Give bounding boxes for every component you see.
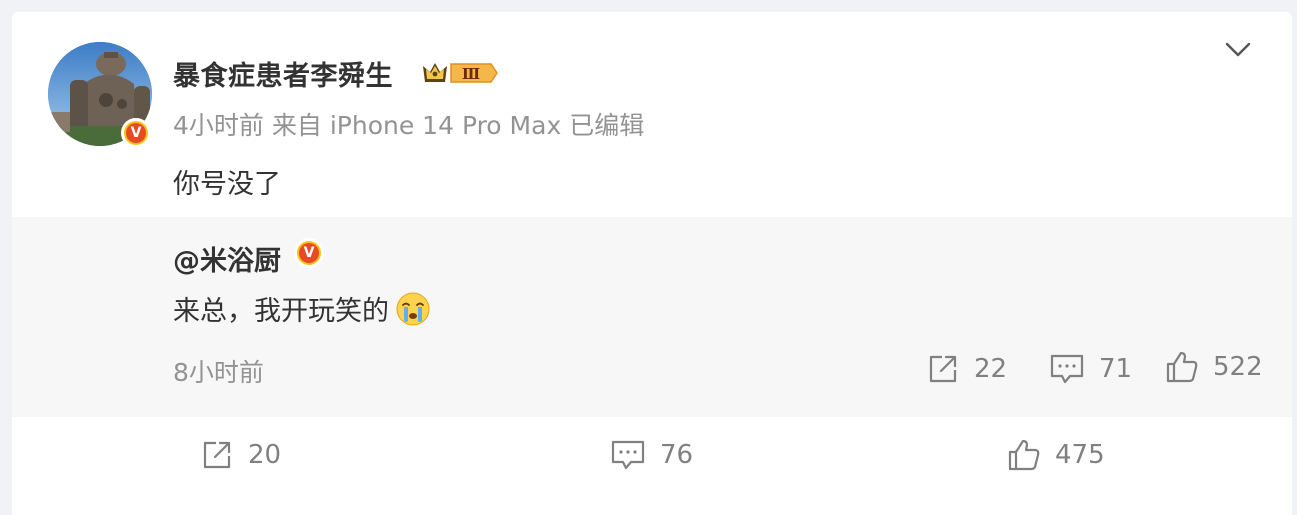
comment-icon: [1050, 354, 1084, 384]
verified-badge-icon: V: [121, 118, 151, 148]
quoted-comment-button[interactable]: 71: [1049, 352, 1132, 386]
thumbs-up-icon: [1166, 351, 1198, 383]
quoted-time: 8小时前: [173, 358, 264, 387]
quoted-comment-count: 71: [1099, 354, 1133, 384]
post-content: 你号没了: [173, 169, 281, 200]
share-icon: [203, 441, 231, 469]
post-username[interactable]: 暴食症患者李舜生: [173, 54, 393, 93]
quoted-content: 来总，我开玩笑的: [173, 289, 431, 328]
quoted-share-button[interactable]: 22: [926, 352, 1007, 386]
weibo-comment-card: V 暴食症患者李舜生 Ⅲ 4小时前 来自 iPhone 14 Pro Max 已编辑…: [12, 12, 1292, 515]
thumbs-up-icon: [1008, 439, 1040, 471]
post-source: 来自 iPhone 14 Pro Max: [271, 111, 562, 140]
comment-button[interactable]: 76: [610, 438, 693, 472]
quoted-reply[interactable]: @米浴厨 V 来总，我开玩笑的 8小时前 22 71 522: [12, 217, 1292, 417]
comment-icon: [611, 440, 645, 470]
quoted-share-count: 22: [974, 354, 1008, 384]
chevron-down-icon[interactable]: [1223, 38, 1253, 60]
quoted-like-count: 522: [1213, 352, 1263, 382]
quoted-author[interactable]: @米浴厨: [173, 239, 281, 278]
member-level-badge-icon[interactable]: Ⅲ: [421, 58, 499, 88]
quoted-like-button[interactable]: 522: [1165, 350, 1263, 384]
verified-badge-icon: V: [294, 238, 324, 268]
share-button[interactable]: 20: [200, 438, 281, 472]
share-icon: [929, 355, 957, 383]
post-meta: 4小时前 来自 iPhone 14 Pro Max 已编辑: [173, 106, 644, 142]
crying-face-icon: [396, 292, 430, 325]
comment-count: 76: [660, 440, 694, 470]
post-edited-label[interactable]: 已编辑: [569, 111, 644, 140]
post-time: 4小时前: [173, 111, 264, 140]
share-count: 20: [248, 440, 282, 470]
like-count: 475: [1055, 440, 1105, 470]
member-level-text: Ⅲ: [462, 65, 480, 83]
quoted-content-text: 来总，我开玩笑的: [173, 296, 389, 327]
like-button[interactable]: 475: [1007, 438, 1105, 472]
